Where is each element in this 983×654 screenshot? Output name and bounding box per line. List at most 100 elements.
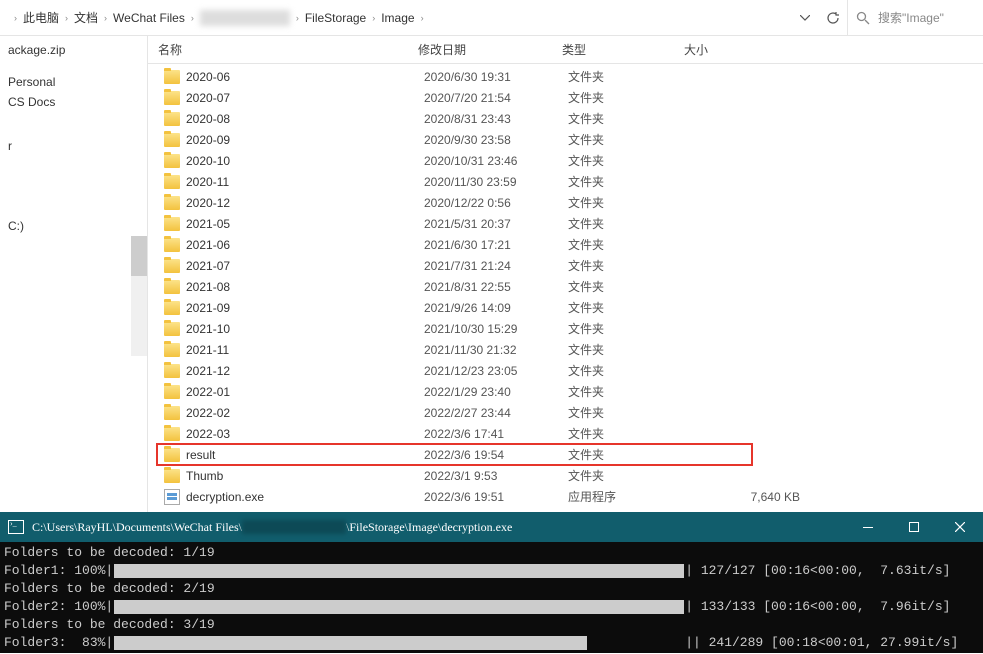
file-row[interactable]: 2021-122021/12/23 23:05文件夹	[148, 360, 983, 381]
minimize-button[interactable]	[845, 512, 891, 542]
folder-icon	[164, 133, 180, 147]
breadcrumb-item[interactable]: WeChat Files	[113, 11, 185, 25]
breadcrumb-item[interactable]: FileStorage	[305, 11, 366, 25]
cell-date: 2021/11/30 21:32	[424, 343, 568, 357]
cell-type: 文件夹	[568, 278, 690, 295]
cell-date: 2020/10/31 23:46	[424, 154, 568, 168]
terminal-titlebar[interactable]: C:\Users\RayHL\Documents\WeChat Files\ x…	[0, 512, 983, 542]
cell-name: 2020-11	[186, 175, 424, 189]
cell-date: 2022/3/6 17:41	[424, 427, 568, 441]
file-row[interactable]: 2022-012022/1/29 23:40文件夹	[148, 381, 983, 402]
cell-name: 2020-06	[186, 70, 424, 84]
cell-name: Thumb	[186, 469, 424, 483]
sidebar-item[interactable]: ackage.zip	[0, 40, 147, 60]
dropdown-icon[interactable]	[791, 4, 819, 32]
refresh-icon[interactable]	[819, 4, 847, 32]
scrollbar[interactable]	[131, 236, 147, 356]
sidebar-item	[0, 180, 147, 192]
file-row[interactable]: 2022-022022/2/27 23:44文件夹	[148, 402, 983, 423]
file-row[interactable]: Thumb2022/3/1 9:53文件夹	[148, 465, 983, 486]
col-header-type[interactable]: 类型	[562, 41, 684, 58]
file-row[interactable]: 2021-092021/9/26 14:09文件夹	[148, 297, 983, 318]
search-icon	[856, 11, 870, 25]
cell-name: 2021-08	[186, 280, 424, 294]
file-row[interactable]: 2020-092020/9/30 23:58文件夹	[148, 129, 983, 150]
chevron-right-icon[interactable]: ›	[14, 13, 17, 23]
chevron-right-icon[interactable]: ›	[104, 13, 107, 23]
folder-icon	[164, 259, 180, 273]
sidebar-item[interactable]: C:)	[0, 216, 147, 236]
col-header-size[interactable]: 大小	[684, 41, 804, 58]
sidebar-item	[0, 204, 147, 216]
column-headers: 名称 修改日期 类型 大小	[148, 36, 983, 64]
sidebar-item[interactable]: CS Docs	[0, 92, 147, 112]
file-row[interactable]: 2020-112020/11/30 23:59文件夹	[148, 171, 983, 192]
folder-icon	[164, 70, 180, 84]
file-row[interactable]: 2021-052021/5/31 20:37文件夹	[148, 213, 983, 234]
cell-type: 文件夹	[568, 68, 690, 85]
cell-date: 2021/9/26 14:09	[424, 301, 568, 315]
breadcrumb-item[interactable]: xxxxx	[200, 10, 290, 26]
folder-icon	[164, 154, 180, 168]
file-row[interactable]: 2021-082021/8/31 22:55文件夹	[148, 276, 983, 297]
file-row[interactable]: 2020-082020/8/31 23:43文件夹	[148, 108, 983, 129]
file-row[interactable]: 2022-032022/3/6 17:41文件夹	[148, 423, 983, 444]
folder-icon	[164, 112, 180, 126]
terminal-line: Folders to be decoded: 1/19	[4, 544, 979, 562]
sidebar-item[interactable]: Personal	[0, 72, 147, 92]
terminal-title-blur: xxxx	[242, 520, 346, 534]
cell-date: 2020/12/22 0:56	[424, 196, 568, 210]
cell-date: 2020/11/30 23:59	[424, 175, 568, 189]
chevron-right-icon[interactable]: ›	[191, 13, 194, 23]
col-header-date[interactable]: 修改日期	[418, 41, 562, 58]
file-row[interactable]: decryption.exe2022/3/6 19:51应用程序7,640 KB	[148, 486, 983, 507]
col-header-name[interactable]: 名称	[158, 41, 418, 58]
search-placeholder: 搜索"Image"	[878, 9, 944, 26]
sidebar-item	[0, 156, 147, 168]
file-row[interactable]: result2022/3/6 19:54文件夹	[148, 444, 983, 465]
breadcrumb-item[interactable]: 文档	[74, 9, 98, 26]
breadcrumb-item[interactable]: Image	[381, 11, 414, 25]
cell-type: 文件夹	[568, 320, 690, 337]
chevron-right-icon[interactable]: ›	[372, 13, 375, 23]
cell-type: 文件夹	[568, 236, 690, 253]
chevron-right-icon[interactable]: ›	[65, 13, 68, 23]
folder-icon	[164, 196, 180, 210]
folder-icon	[164, 406, 180, 420]
folder-icon	[164, 322, 180, 336]
cell-date: 2021/6/30 17:21	[424, 238, 568, 252]
cell-date: 2020/7/20 21:54	[424, 91, 568, 105]
cell-date: 2021/7/31 21:24	[424, 259, 568, 273]
cell-name: 2020-07	[186, 91, 424, 105]
chevron-right-icon[interactable]: ›	[421, 13, 424, 23]
cell-size: 7,640 KB	[690, 490, 810, 504]
breadcrumb[interactable]: › 此电脑 › 文档 › WeChat Files › xxxxx › FileStorage › I…	[0, 0, 791, 35]
cell-type: 文件夹	[568, 152, 690, 169]
file-row[interactable]: 2021-072021/7/31 21:24文件夹	[148, 255, 983, 276]
maximize-button[interactable]	[891, 512, 937, 542]
search-input[interactable]: 搜索"Image"	[847, 0, 983, 35]
cell-name: result	[186, 448, 424, 462]
cmd-icon	[8, 520, 24, 534]
file-row[interactable]: 2021-102021/10/30 15:29文件夹	[148, 318, 983, 339]
file-row[interactable]: 2020-062020/6/30 19:31文件夹	[148, 66, 983, 87]
file-row[interactable]: 2020-102020/10/31 23:46文件夹	[148, 150, 983, 171]
cell-type: 文件夹	[568, 194, 690, 211]
breadcrumb-item[interactable]: 此电脑	[23, 9, 59, 26]
cell-name: 2021-10	[186, 322, 424, 336]
file-row[interactable]: 2020-122020/12/22 0:56文件夹	[148, 192, 983, 213]
folder-icon	[164, 301, 180, 315]
sidebar-item	[0, 192, 147, 204]
terminal-title-suffix: \FileStorage\Image\decryption.exe	[346, 520, 512, 535]
file-row[interactable]: 2021-062021/6/30 17:21文件夹	[148, 234, 983, 255]
exe-icon	[164, 489, 180, 505]
cell-type: 应用程序	[568, 488, 690, 505]
file-row[interactable]: 2021-112021/11/30 21:32文件夹	[148, 339, 983, 360]
chevron-right-icon[interactable]: ›	[296, 13, 299, 23]
close-button[interactable]	[937, 512, 983, 542]
cell-date: 2021/8/31 22:55	[424, 280, 568, 294]
cell-name: 2022-01	[186, 385, 424, 399]
file-row[interactable]: 2020-072020/7/20 21:54文件夹	[148, 87, 983, 108]
cell-name: 2022-02	[186, 406, 424, 420]
sidebar-item[interactable]: r	[0, 136, 147, 156]
